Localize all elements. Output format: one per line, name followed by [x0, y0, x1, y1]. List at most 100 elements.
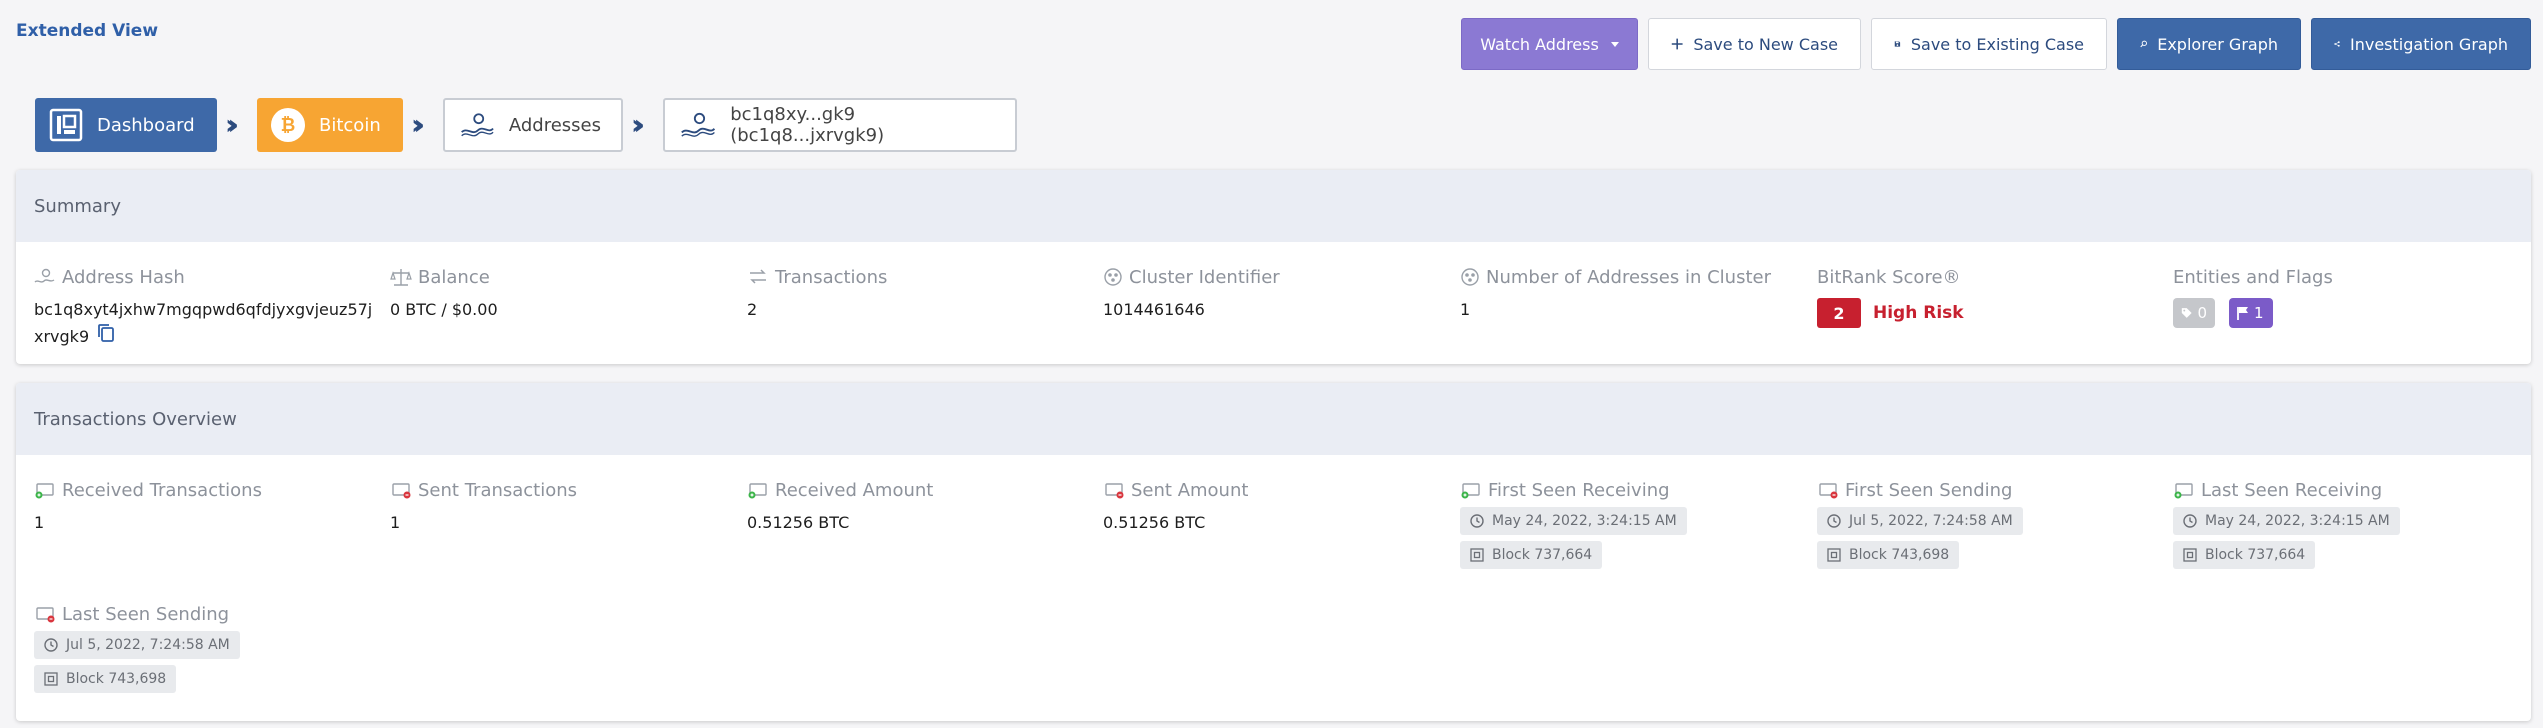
breadcrumb-address-label: bc1q8xy...gk9 (bc1q8...jxrvgk9) [730, 104, 885, 146]
last-seen-receiving-label: Last Seen Receiving [2201, 479, 2383, 501]
block-chip[interactable]: Block 737,664 [1460, 541, 1603, 569]
copy-icon[interactable] [97, 323, 115, 351]
sent-amount-field: Sent Amount 0.51256 BTC [1103, 477, 1443, 536]
last-seen-sending-block: Block 743,698 [66, 671, 167, 687]
timestamp-chip: Jul 5, 2022, 7:24:58 AM [34, 631, 240, 659]
cluster-identifier-field: Cluster Identifier 1014461646 [1103, 264, 1443, 323]
person-wave-icon [461, 113, 494, 137]
number-of-addresses-field: Number of Addresses in Cluster 1 [1460, 264, 1800, 323]
search-graph-icon [2140, 40, 2147, 48]
number-of-addresses-label: Number of Addresses in Cluster [1486, 266, 1771, 288]
clock-icon [44, 638, 58, 652]
extended-view-link[interactable]: Extended View [16, 21, 158, 41]
wallet-out-icon [392, 483, 411, 499]
received-transactions-value: 1 [34, 513, 45, 532]
top-bar: Extended View Watch Address Save to New … [0, 0, 2543, 90]
sent-transactions-label: Sent Transactions [418, 479, 578, 501]
sent-amount-label: Sent Amount [1131, 479, 1249, 501]
summary-title: Summary [16, 170, 2531, 242]
cluster-identifier-value: 1014461646 [1103, 300, 1205, 319]
block-chip[interactable]: Block 737,664 [2173, 541, 2316, 569]
first-seen-receiving-time: May 24, 2022, 3:24:15 AM [1492, 513, 1677, 529]
address-hash-field: Address Hash bc1q8xyt4jxhw7mgqpwd6qfdjyx… [34, 264, 374, 351]
last-seen-sending-label: Last Seen Sending [62, 603, 230, 625]
balance-label: Balance [418, 266, 490, 288]
balance-field: Balance 0 BTC / $0.00 [390, 264, 730, 323]
block-icon [2183, 548, 2197, 562]
explorer-graph-button[interactable]: Explorer Graph [2117, 18, 2301, 70]
first-seen-receiving-label: First Seen Receiving [1488, 479, 1670, 501]
chevron-right-icon: ›› [631, 108, 645, 141]
address-hash-value: bc1q8xyt4jxhw7mgqpwd6qfdjyxgvjeuz57j xrv… [34, 296, 374, 351]
transfer-icon [750, 269, 766, 284]
sent-amount-value: 0.51256 BTC [1103, 513, 1206, 532]
received-amount-label: Received Amount [775, 479, 934, 501]
number-of-addresses-value: 1 [1460, 300, 1471, 319]
bitrank-risk-text: High Risk [1873, 303, 1964, 323]
sent-transactions-field: Sent Transactions 1 [390, 477, 730, 536]
timestamp-chip: May 24, 2022, 3:24:15 AM [1460, 507, 1687, 535]
breadcrumb-addresses[interactable]: Addresses [443, 98, 623, 152]
breadcrumb-bitcoin-label: Bitcoin [319, 114, 381, 136]
breadcrumb-address[interactable]: bc1q8xy...gk9 (bc1q8...jxrvgk9) [663, 98, 1017, 152]
tags-badge[interactable]: 0 [2173, 298, 2215, 328]
save-new-case-button[interactable]: Save to New Case [1648, 18, 1861, 70]
investigation-graph-button[interactable]: Investigation Graph [2311, 18, 2531, 70]
breadcrumb-dashboard[interactable]: Dashboard [35, 98, 217, 152]
balance-value: 0 BTC / $0.00 [390, 300, 498, 319]
transactions-overview-title: Transactions Overview [16, 383, 2531, 455]
address-hash-line2: xrvgk9 [34, 327, 90, 346]
plus-icon [1671, 38, 1683, 50]
clock-icon [1827, 514, 1841, 528]
first-seen-receiving-block: Block 737,664 [1492, 547, 1593, 563]
wallet-in-icon [2174, 483, 2193, 499]
dashboard-icon [49, 108, 83, 142]
first-seen-sending-label: First Seen Sending [1845, 479, 2013, 501]
cluster-icon [1104, 268, 1122, 286]
first-seen-sending-block: Block 743,698 [1849, 547, 1950, 563]
wallet-in-icon [1461, 483, 1480, 499]
timestamp-chip: May 24, 2022, 3:24:15 AM [2173, 507, 2400, 535]
explorer-graph-label: Explorer Graph [2157, 34, 2278, 54]
last-seen-sending-field: Last Seen Sending Jul 5, 2022, 7:24:58 A… [34, 601, 374, 693]
person-wave-icon [681, 112, 716, 137]
bitcoin-icon: ₿ [271, 108, 305, 142]
flags-badge[interactable]: 1 [2229, 298, 2273, 328]
breadcrumb-bitcoin[interactable]: ₿ Bitcoin [257, 98, 403, 152]
transactions-overview-card: Transactions Overview Received Transacti… [16, 383, 2531, 721]
wallet-in-icon [748, 483, 767, 499]
cluster-identifier-label: Cluster Identifier [1129, 266, 1280, 288]
wallet-out-icon [36, 607, 55, 623]
wallet-out-icon [1819, 483, 1838, 499]
clock-icon [2183, 514, 2197, 528]
received-amount-field: Received Amount 0.51256 BTC [747, 477, 1087, 536]
share-nodes-icon [2334, 41, 2340, 47]
block-icon [44, 672, 58, 686]
wallet-out-icon [1105, 483, 1124, 499]
address-hash-label: Address Hash [62, 266, 185, 288]
transactions-field: Transactions 2 [747, 264, 1087, 323]
breadcrumb-dashboard-label: Dashboard [97, 114, 195, 136]
bitrank-score-badge: 2 [1817, 298, 1861, 328]
action-buttons: Watch Address Save to New Case Save to E… [1461, 18, 2531, 70]
block-chip[interactable]: Block 743,698 [34, 665, 177, 693]
first-seen-sending-field: First Seen Sending Jul 5, 2022, 7:24:58 … [1817, 477, 2157, 569]
caret-down-icon [1610, 41, 1619, 47]
tag-icon [2181, 308, 2192, 318]
first-seen-sending-time: Jul 5, 2022, 7:24:58 AM [1849, 513, 2013, 529]
received-transactions-label: Received Transactions [62, 479, 262, 501]
last-seen-receiving-field: Last Seen Receiving May 24, 2022, 3:24:1… [2173, 477, 2513, 569]
received-transactions-field: Received Transactions 1 [34, 477, 374, 536]
watch-address-button[interactable]: Watch Address [1461, 18, 1638, 70]
breadcrumb-addresses-label: Addresses [508, 114, 601, 136]
save-existing-case-label: Save to Existing Case [1910, 34, 2084, 54]
clock-icon [1470, 514, 1484, 528]
bitrank-score-field: BitRank Score® 2 High Risk [1817, 264, 2157, 328]
save-existing-case-button[interactable]: Save to Existing Case [1871, 18, 2107, 70]
block-chip[interactable]: Block 743,698 [1817, 541, 1960, 569]
cluster-icon [1461, 268, 1479, 286]
first-seen-receiving-field: First Seen Receiving May 24, 2022, 3:24:… [1460, 477, 1800, 569]
flags-count: 1 [2254, 304, 2264, 322]
chevron-right-icon: ›› [411, 108, 425, 141]
last-seen-receiving-block: Block 737,664 [2205, 547, 2306, 563]
